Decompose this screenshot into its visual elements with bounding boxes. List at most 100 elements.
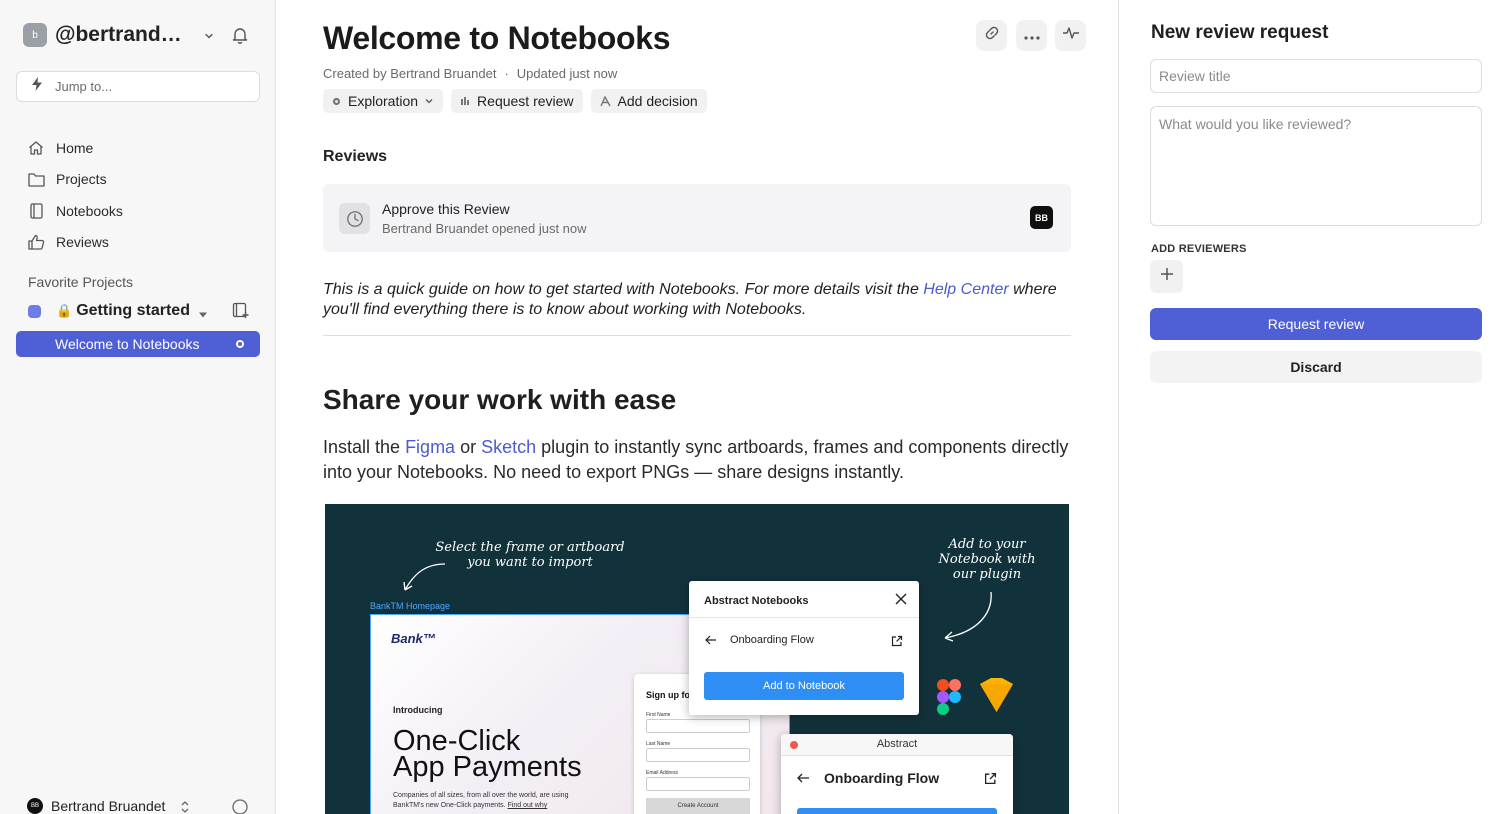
sidebar-item-projects[interactable]: Projects (27, 164, 123, 196)
modal-row-label: Onboarding Flow (730, 634, 814, 646)
sidebar-item-welcome-notebook[interactable]: Welcome to Notebooks (16, 331, 260, 357)
field-box (646, 748, 750, 762)
active-notebook-label: Welcome to Notebooks (55, 336, 200, 352)
chevron-updown-icon[interactable] (180, 800, 190, 814)
copy-link-button[interactable] (976, 20, 1007, 51)
chevron-down-icon (424, 96, 434, 106)
add-reviewer-button[interactable] (1150, 260, 1183, 293)
link-icon (984, 25, 1000, 46)
chevron-down-icon (203, 29, 215, 47)
sketch-icon (980, 678, 1013, 712)
review-title-input[interactable] (1150, 59, 1482, 93)
abstract-button-mock (797, 808, 997, 814)
updated-at: Updated just now (516, 66, 618, 81)
annotation-line: Select the frame or artboard (435, 540, 625, 555)
activity-button[interactable] (1055, 20, 1086, 51)
sidebar-item-label: Notebooks (56, 202, 123, 219)
notebook-content: Welcome to Notebooks Created by Bertrand… (276, 0, 1118, 814)
favorite-project-name: Getting started (76, 302, 190, 319)
external-link-icon (891, 634, 903, 652)
curved-arrow-icon (944, 591, 992, 642)
reviewer-avatar: BB (1030, 206, 1053, 229)
bell-icon[interactable] (232, 27, 248, 49)
favorites-heading: Favorite Projects (28, 274, 134, 290)
sidebar-item-reviews[interactable]: Reviews (27, 227, 123, 259)
plus-icon (1160, 267, 1174, 286)
sidebar-item-notebooks[interactable]: Notebooks (27, 195, 123, 227)
decision-icon (599, 95, 611, 107)
new-notebook-icon[interactable] (232, 302, 249, 324)
abstract-panel-mock: Abstract Onboarding Flow (781, 734, 1013, 814)
sidebar-item-label: Reviews (56, 234, 109, 251)
sidebar-nav: Home Projects Notebooks Reviews (27, 132, 123, 258)
close-icon (895, 592, 907, 610)
created-by: Created by Bertrand Bruandet (323, 66, 497, 81)
status-dropdown[interactable]: Exploration (323, 89, 444, 113)
lock-icon: 🔒 (56, 303, 73, 318)
curved-arrow-icon (403, 563, 446, 591)
annotation-add-notebook: Add to your Notebook with our plugin (937, 537, 1037, 582)
home-icon (27, 139, 45, 157)
review-description-input[interactable] (1150, 106, 1482, 226)
signup-title: Sign up fo (646, 690, 690, 700)
add-decision-chip[interactable]: Add decision (590, 89, 707, 113)
annotation-line: our plugin (952, 567, 1022, 582)
panel-title: New review request (1151, 22, 1329, 43)
review-card[interactable]: Approve this Review Bertrand Bruandet op… (323, 184, 1071, 252)
modal-row: Onboarding Flow (705, 634, 814, 646)
request-review-label: Request review (477, 93, 574, 109)
signup-button-mock: Create Account (646, 798, 750, 814)
plugin-illustration: Select the frame or artboard you want to… (325, 504, 1069, 814)
clock-icon (339, 203, 370, 234)
user-menu[interactable]: BB Bertrand Bruandet (27, 798, 165, 814)
annotation-select-frame: Select the frame or artboard you want to… (435, 540, 625, 570)
review-subtitle: Bertrand Bruandet opened just now (382, 221, 587, 236)
artboard-label: BankTM Homepage (370, 601, 451, 611)
arrow-left-icon (797, 773, 809, 783)
headline-line: App Payments (393, 751, 582, 783)
sidebar-item-label: Home (56, 139, 94, 156)
bank-logo: Bank™ (391, 631, 436, 646)
review-icon (460, 96, 470, 106)
figma-link[interactable]: Figma (405, 437, 455, 457)
annotation-line: Notebook with (938, 552, 1036, 567)
add-to-notebook-mock: Add to Notebook (704, 672, 904, 700)
figma-sketch-icons (937, 678, 1013, 715)
field-label: First Name (646, 712, 671, 718)
user-name: Bertrand Bruandet (51, 798, 166, 814)
activity-icon (1062, 26, 1080, 45)
modal-title: Abstract Notebooks (704, 595, 809, 607)
account-switcher[interactable]: b @bertrandbruandet (23, 23, 213, 47)
annotation-line: you want to import (467, 555, 593, 570)
review-title: Approve this Review (382, 201, 510, 217)
request-review-chip[interactable]: Request review (451, 89, 583, 113)
sidebar-item-label: Projects (56, 171, 107, 188)
jump-to-search[interactable]: Jump to... (16, 71, 260, 102)
page-title: Welcome to Notebooks (323, 20, 671, 56)
request-review-button[interactable]: Request review (1150, 308, 1482, 340)
section-paragraph: Install the Figma or Sketch plugin to in… (323, 435, 1083, 485)
notebook-actions: Exploration Request review Add decision (323, 89, 715, 113)
app-window: b @bertrandbruandet Jump to... Home (0, 0, 1512, 814)
sidebar-item-home[interactable]: Home (27, 132, 123, 164)
annotation-line: Add to your (948, 537, 1026, 552)
intro-text-part: This is a quick guide on how to get star… (323, 281, 919, 298)
field-label: Email Address (646, 770, 678, 776)
favorite-project-getting-started[interactable]: 🔒 Getting started (28, 302, 250, 320)
more-options-button[interactable] (1016, 20, 1047, 51)
sketch-link[interactable]: Sketch (481, 437, 536, 457)
discard-button[interactable]: Discard (1150, 351, 1482, 383)
ellipsis-icon (1023, 27, 1040, 45)
section-heading: Share your work with ease (323, 384, 677, 415)
meta-separator: · (504, 66, 509, 81)
folder-icon (27, 170, 45, 188)
abstract-row: Onboarding Flow (797, 770, 939, 786)
caret-down-icon[interactable] (198, 306, 208, 324)
field-box (646, 777, 750, 791)
help-icon[interactable] (232, 799, 248, 814)
bank-headline: One-Click App Payments (393, 727, 582, 783)
figma-icon (937, 679, 961, 715)
bank-body: Companies of all sizes, from all over th… (393, 791, 593, 811)
status-dot-icon (332, 97, 341, 106)
help-center-link[interactable]: Help Center (923, 281, 1008, 298)
